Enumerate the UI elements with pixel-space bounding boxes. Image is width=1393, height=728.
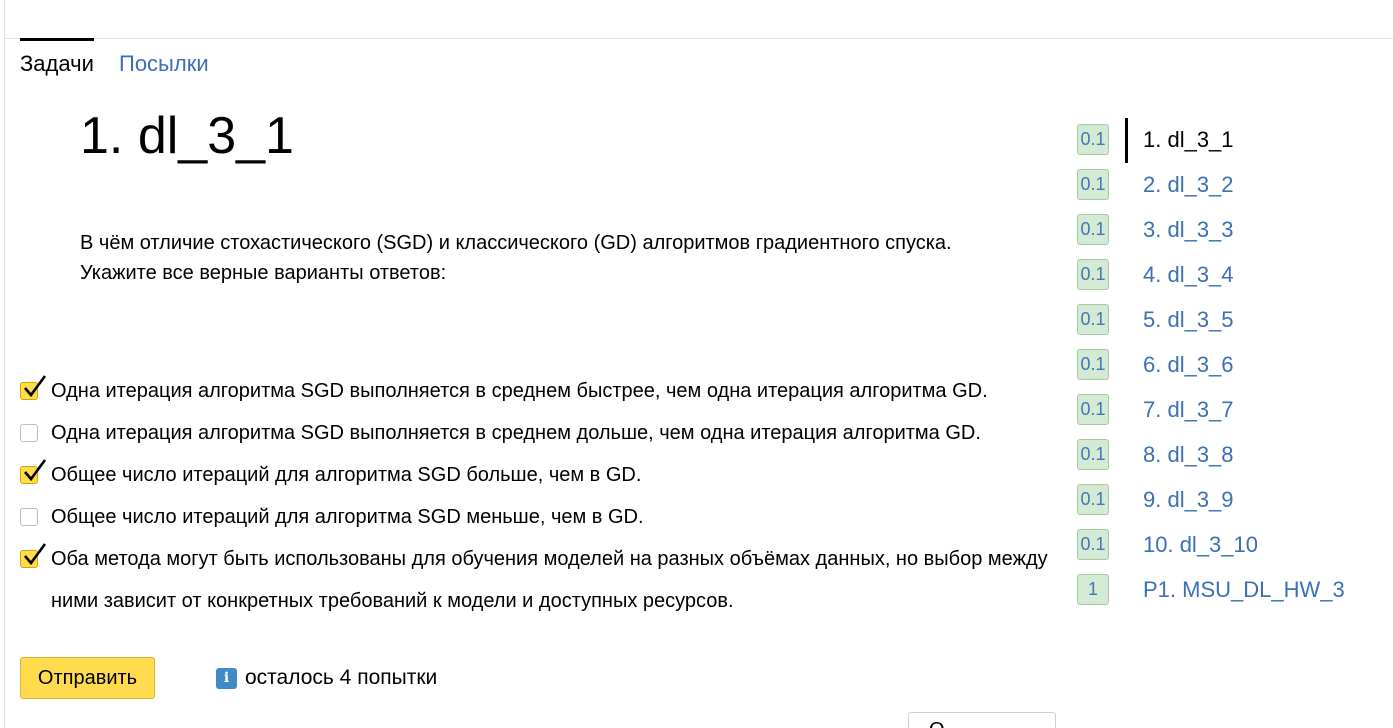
score-badge: 0.1 — [1077, 124, 1109, 155]
score-badge: 0.1 — [1077, 484, 1109, 515]
score-badge: 0.1 — [1077, 259, 1109, 290]
checkbox-unchecked[interactable] — [20, 508, 38, 526]
problem-list-item[interactable]: 0.1 7. dl_3_7 — [1077, 387, 1387, 432]
attempts-remaining: i осталось 4 попытки — [216, 665, 437, 691]
checkbox-checked[interactable] — [20, 459, 47, 484]
problem-link[interactable]: 2. dl_3_2 — [1143, 171, 1234, 199]
answer-option-text: Общее число итераций для алгоритма SGD б… — [51, 464, 642, 486]
header-divider — [4, 38, 1393, 39]
problem-link[interactable]: P1. MSU_DL_HW_3 — [1143, 576, 1345, 604]
tab-tasks[interactable]: Задачи — [20, 38, 94, 75]
statement-line: В чём отличие стохастического (SGD) и кл… — [80, 232, 952, 254]
problem-list-item[interactable]: 0.1 8. dl_3_8 — [1077, 432, 1387, 477]
active-indicator — [1125, 118, 1128, 163]
problem-link[interactable]: 9. dl_3_9 — [1143, 486, 1234, 514]
secondary-button[interactable]: О... — [908, 712, 1056, 728]
problem-link[interactable]: 7. dl_3_7 — [1143, 396, 1234, 424]
problem-link[interactable]: 3. dl_3_3 — [1143, 216, 1234, 244]
problem-link[interactable]: 6. dl_3_6 — [1143, 351, 1234, 379]
answer-option-text: Одна итерация алгоритма SGD выполняется … — [51, 380, 988, 402]
checkbox-unchecked[interactable] — [20, 424, 38, 442]
score-badge: 0.1 — [1077, 439, 1109, 470]
checkmark-icon — [24, 543, 47, 566]
problem-link[interactable]: 4. dl_3_4 — [1143, 261, 1234, 289]
problem-list-item[interactable]: 0.1 1. dl_3_1 — [1077, 117, 1387, 163]
info-icon: i — [216, 668, 237, 689]
page: Задачи Посылки 1. dl_3_1 В чём отличие с… — [0, 0, 1393, 728]
problem-list-item[interactable]: 0.1 2. dl_3_2 — [1077, 162, 1387, 207]
tab-submissions[interactable]: Посылки — [119, 38, 209, 75]
left-divider — [4, 0, 5, 728]
score-badge: 0.1 — [1077, 529, 1109, 560]
checkbox-checked[interactable] — [20, 375, 47, 400]
checkmark-icon — [24, 459, 47, 482]
problem-list-item[interactable]: 0.1 4. dl_3_4 — [1077, 252, 1387, 297]
answer-option-text: Оба метода могут быть использованы для о… — [51, 548, 1048, 612]
problem-title: 1. dl_3_1 — [80, 107, 294, 165]
problem-list-item[interactable]: 0.1 10. dl_3_10 — [1077, 522, 1387, 567]
score-badge: 0.1 — [1077, 394, 1109, 425]
score-badge: 0.1 — [1077, 304, 1109, 335]
problem-list-item[interactable]: 0.1 9. dl_3_9 — [1077, 477, 1387, 522]
problem-link[interactable]: 1. dl_3_1 — [1143, 126, 1234, 154]
problem-list-item[interactable]: 0.1 3. dl_3_3 — [1077, 207, 1387, 252]
answer-option-text: Одна итерация алгоритма SGD выполняется … — [51, 422, 981, 444]
answer-option-text: Общее число итераций для алгоритма SGD м… — [51, 506, 644, 528]
problem-link[interactable]: 5. dl_3_5 — [1143, 306, 1234, 334]
score-badge: 0.1 — [1077, 169, 1109, 200]
problem-statement: В чём отличие стохастического (SGD) и кл… — [80, 228, 1040, 288]
checkbox-checked[interactable] — [20, 543, 47, 568]
checkmark-icon — [24, 375, 47, 398]
problem-list-item[interactable]: 0.1 6. dl_3_6 — [1077, 342, 1387, 387]
problem-list-item[interactable]: 0.1 5. dl_3_5 — [1077, 297, 1387, 342]
problem-list-item[interactable]: 1 P1. MSU_DL_HW_3 — [1077, 567, 1387, 612]
problem-link[interactable]: 8. dl_3_8 — [1143, 441, 1234, 469]
score-badge: 0.1 — [1077, 349, 1109, 380]
attempts-text: осталось 4 попытки — [245, 666, 438, 689]
score-badge: 1 — [1077, 574, 1109, 605]
score-badge: 0.1 — [1077, 214, 1109, 245]
problem-link[interactable]: 10. dl_3_10 — [1143, 531, 1258, 559]
submit-button[interactable]: Отправить — [20, 657, 155, 699]
statement-line: Укажите все верные варианты ответов: — [80, 262, 447, 284]
